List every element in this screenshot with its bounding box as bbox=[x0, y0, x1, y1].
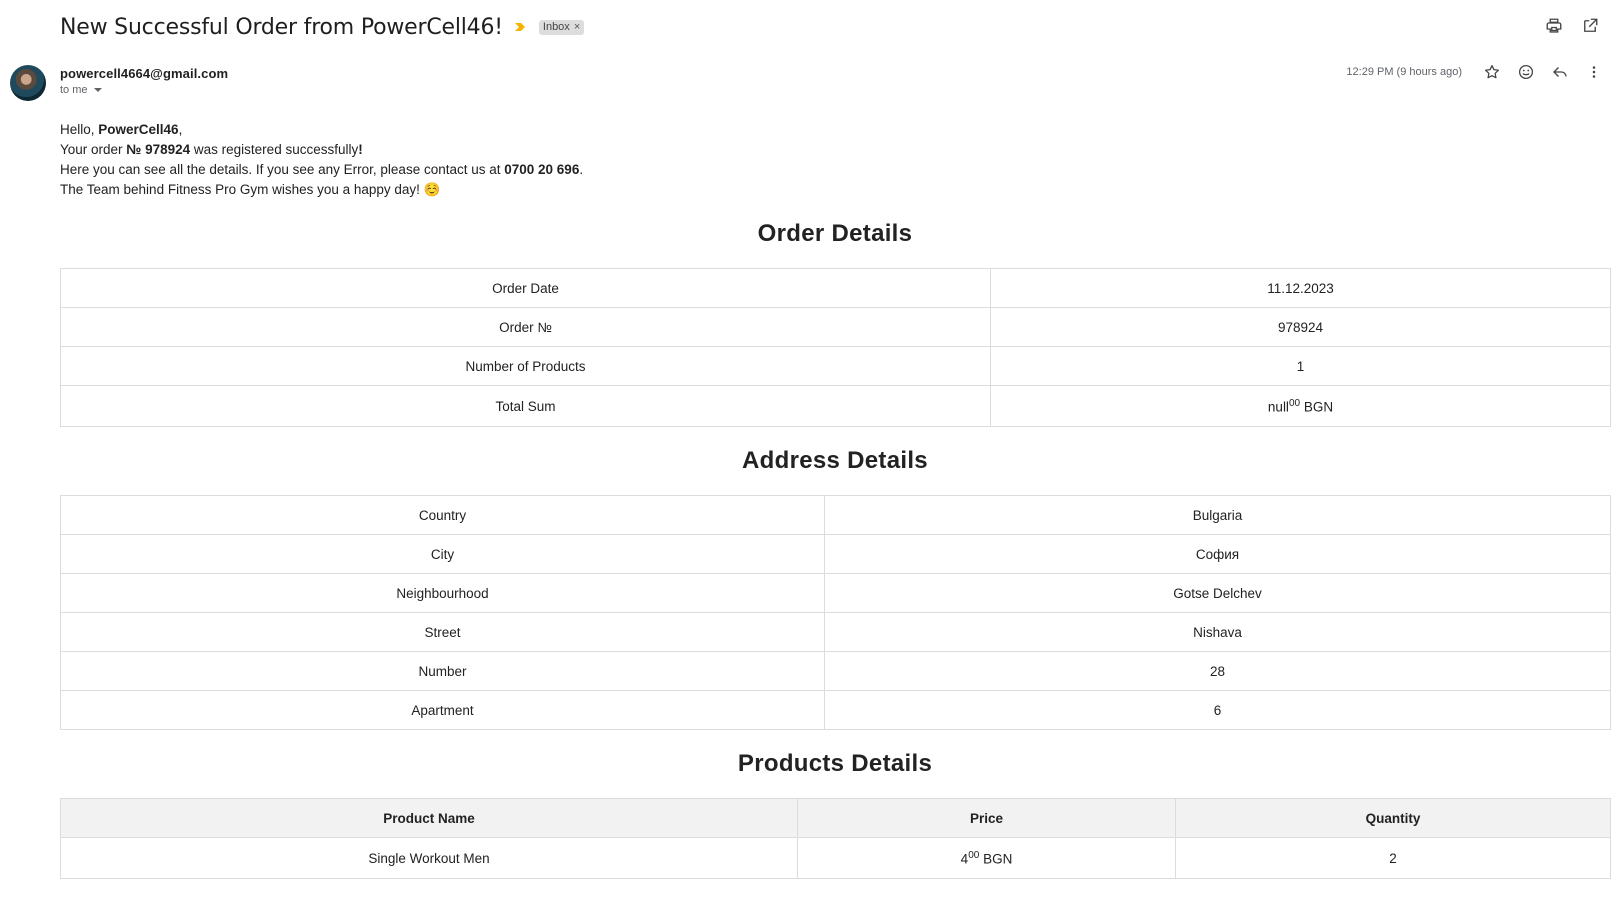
total-sum-unit: BGN bbox=[1300, 399, 1334, 415]
contact-phone: 0700 20 696 bbox=[504, 162, 580, 177]
address-details-title: Address Details bbox=[742, 447, 928, 474]
street-label: Street bbox=[60, 612, 825, 652]
product-count-label: Number of Products bbox=[60, 346, 991, 386]
product-name-cell: Single Workout Men bbox=[60, 837, 798, 879]
email-subject-row: New Successful Order from PowerCell46! I… bbox=[60, 14, 585, 40]
order-details-title: Order Details bbox=[757, 220, 913, 247]
table-row: Country Bulgaria bbox=[60, 495, 1611, 535]
street-value: Nishava bbox=[824, 612, 1611, 652]
table-row: Neighbourhood Gotse Delchev bbox=[60, 573, 1611, 613]
apartment-label: Apartment bbox=[60, 690, 825, 730]
table-row: Order Date 11.12.2023 bbox=[60, 268, 1611, 308]
table-row: Order № 978924 bbox=[60, 307, 1611, 347]
table-row: Total Sum null00 BGN bbox=[60, 385, 1611, 427]
price-header: Price bbox=[797, 798, 1176, 838]
order-date-label: Order Date bbox=[60, 268, 991, 308]
sender-email[interactable]: powercell4664@gmail.com bbox=[60, 66, 228, 81]
price-cents: 00 bbox=[968, 849, 980, 861]
products-details-title: Products Details bbox=[737, 750, 933, 777]
hello-line: Hello, PowerCell46, bbox=[60, 120, 1610, 140]
products-details-table: Product Name Price Quantity Single Worko… bbox=[60, 798, 1611, 879]
address-details-table: Country Bulgaria City София Neighbourhoo… bbox=[60, 495, 1611, 730]
order-suffix: was registered successfully bbox=[190, 142, 359, 157]
email-body: Hello, PowerCell46, Your order № 978924 … bbox=[60, 120, 1611, 879]
timestamp: 12:29 PM (9 hours ago) bbox=[1346, 66, 1462, 78]
emoji-react-icon[interactable] bbox=[1516, 62, 1536, 82]
open-in-new-window-icon[interactable] bbox=[1580, 16, 1600, 36]
apartment-value: 6 bbox=[824, 690, 1611, 730]
neighbourhood-value: Gotse Delchev bbox=[824, 573, 1611, 613]
price-unit: BGN bbox=[979, 851, 1013, 867]
reply-icon[interactable] bbox=[1550, 62, 1570, 82]
details-line: Here you can see all the details. If you… bbox=[60, 160, 1610, 180]
sender-block: powercell4664@gmail.com to me bbox=[60, 66, 228, 96]
order-details-table: Order Date 11.12.2023 Order № 978924 Num… bbox=[60, 268, 1611, 427]
order-date-value: 11.12.2023 bbox=[990, 268, 1611, 308]
table-row: Single Workout Men 400 BGN 2 bbox=[60, 837, 1611, 879]
total-sum-cents: 00 bbox=[1288, 397, 1301, 409]
hello-prefix: Hello, bbox=[60, 122, 99, 137]
sender-avatar[interactable] bbox=[10, 65, 46, 101]
inbox-label-chip[interactable]: Inbox × bbox=[538, 19, 585, 35]
total-sum-main: null bbox=[1267, 399, 1289, 415]
recipient-text: to me bbox=[60, 84, 88, 96]
star-icon[interactable] bbox=[1482, 62, 1502, 82]
details-prefix: Here you can see all the details. If you… bbox=[60, 162, 505, 177]
table-row: Number 28 bbox=[60, 651, 1611, 691]
greeting-text: Hello, PowerCell46, Your order № 978924 … bbox=[60, 120, 1610, 200]
number-value: 28 bbox=[824, 651, 1611, 691]
total-sum-value: null00 BGN bbox=[990, 385, 1611, 427]
neighbourhood-label: Neighbourhood bbox=[60, 573, 825, 613]
city-label: City bbox=[60, 534, 825, 574]
table-header-row: Product Name Price Quantity bbox=[60, 798, 1611, 838]
remove-label-icon[interactable]: × bbox=[574, 21, 580, 33]
table-row: Street Nishava bbox=[60, 612, 1611, 652]
more-vert-icon[interactable] bbox=[1584, 62, 1604, 82]
product-quantity-cell: 2 bbox=[1175, 837, 1611, 879]
order-no-label: Order № bbox=[60, 307, 991, 347]
order-no-value: 978924 bbox=[990, 307, 1611, 347]
hello-suffix: , bbox=[178, 122, 183, 137]
email-subject: New Successful Order from PowerCell46! bbox=[60, 14, 503, 40]
product-price-cell: 400 BGN bbox=[797, 837, 1176, 879]
product-name-header: Product Name bbox=[60, 798, 798, 838]
order-prefix: Your order bbox=[60, 142, 127, 157]
chevron-down-icon[interactable] bbox=[93, 88, 102, 92]
inbox-label-text: Inbox bbox=[542, 20, 570, 33]
number-label: Number bbox=[60, 651, 825, 691]
top-actions bbox=[1544, 16, 1600, 36]
product-count-value: 1 bbox=[990, 346, 1611, 386]
country-value: Bulgaria bbox=[824, 495, 1611, 535]
city-value: София bbox=[824, 534, 1611, 574]
total-sum-label: Total Sum bbox=[60, 385, 991, 427]
order-number: № 978924 bbox=[126, 142, 191, 157]
table-row: Apartment 6 bbox=[60, 690, 1611, 730]
importance-marker-icon[interactable] bbox=[513, 20, 527, 34]
table-row: Number of Products 1 bbox=[60, 346, 1611, 386]
table-row: City София bbox=[60, 534, 1611, 574]
quantity-header: Quantity bbox=[1175, 798, 1611, 838]
details-suffix: . bbox=[579, 162, 584, 177]
country-label: Country bbox=[60, 495, 825, 535]
message-actions: 12:29 PM (9 hours ago) bbox=[1346, 62, 1604, 82]
recipient-row: to me bbox=[60, 84, 228, 96]
order-bang: ! bbox=[358, 142, 363, 157]
order-line: Your order № 978924 was registered succe… bbox=[60, 140, 1610, 160]
print-icon[interactable] bbox=[1544, 16, 1564, 36]
team-line: The Team behind Fitness Pro Gym wishes y… bbox=[60, 182, 441, 197]
username: PowerCell46 bbox=[98, 122, 179, 137]
